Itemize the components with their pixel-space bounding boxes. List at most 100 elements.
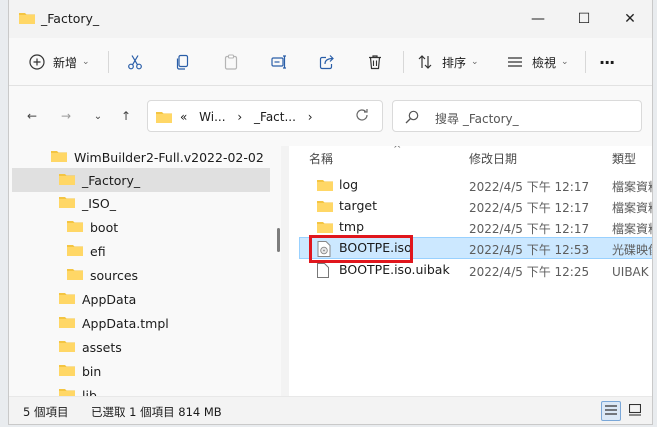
back-button[interactable]: ←	[21, 106, 43, 126]
folder-icon	[317, 178, 333, 194]
item-count: 5 個項目	[23, 405, 69, 419]
chevron-down-icon: ⌄	[561, 57, 569, 67]
tree-item-label: bin	[82, 363, 102, 379]
file-type: 檔案資料	[612, 201, 652, 215]
rename-button[interactable]	[271, 50, 287, 74]
address-bar[interactable]: « Wi... › _Fact... ›	[147, 100, 383, 132]
tree-item-label: efi	[90, 243, 106, 259]
minimize-button[interactable]: —	[515, 0, 561, 38]
tree-item[interactable]: _Factory_	[59, 169, 140, 191]
folder-icon	[59, 339, 75, 355]
explorer-window: _Factory_ — ☐ ✕ 新增 ⌄ 排序 ⌄ 檢視 ⌄ ··· ← → ⌄…	[8, 0, 653, 425]
tree-item[interactable]: assets	[59, 336, 122, 358]
divider	[108, 51, 109, 73]
navigation-row: ← → ⌄ ↑ « Wi... › _Fact... › 搜尋 _Factory…	[9, 86, 652, 146]
new-button[interactable]: 新增 ⌄	[29, 50, 90, 74]
folder-icon	[59, 387, 75, 396]
file-date: 2022/4/5 下午 12:25	[469, 265, 590, 279]
file-name: tmp	[339, 219, 365, 234]
details-view-button[interactable]	[601, 401, 621, 421]
tree-item[interactable]: sources	[67, 264, 138, 286]
command-bar: 新增 ⌄ 排序 ⌄ 檢視 ⌄ ···	[9, 38, 652, 86]
selection-info: 已選取 1 個項目 814 MB	[91, 405, 222, 419]
tree-item-label: _ISO_	[82, 195, 116, 211]
tree-item-label: sources	[90, 267, 139, 283]
paste-button[interactable]	[223, 50, 239, 74]
file-date: 2022/4/5 下午 12:17	[469, 180, 590, 194]
arrow-left-icon: ←	[26, 109, 38, 123]
scissors-icon	[127, 54, 143, 70]
column-header-type[interactable]: 類型	[612, 150, 636, 170]
column-header-label: 類型	[612, 152, 637, 166]
maximize-button[interactable]: ☐	[561, 0, 607, 38]
tree-item[interactable]: AppData.tmpl	[59, 312, 169, 334]
copy-button[interactable]	[175, 50, 191, 74]
folder-icon	[67, 219, 83, 235]
folder-icon	[19, 11, 35, 24]
breadcrumb-separator[interactable]: ›	[308, 110, 313, 124]
sort-button[interactable]: 排序 ⌄	[417, 50, 479, 74]
file-type: 檔案資料	[612, 222, 652, 236]
title-bar: _Factory_ — ☐ ✕	[9, 0, 652, 38]
window-title: _Factory_	[41, 11, 100, 26]
refresh-icon[interactable]	[355, 108, 369, 125]
search-input[interactable]: 搜尋 _Factory_	[392, 100, 642, 132]
folder-icon	[317, 199, 333, 215]
tree-item-label: assets	[82, 339, 122, 355]
recent-locations-button[interactable]: ⌄	[87, 106, 109, 126]
tree-item-label: AppData.tmpl	[82, 315, 169, 331]
tree-item[interactable]: boot	[67, 216, 118, 238]
nav-scrollbar[interactable]	[277, 228, 280, 252]
delete-button[interactable]	[367, 50, 383, 74]
tree-item[interactable]: efi	[67, 240, 106, 262]
column-header-name[interactable]: 名稱 ^	[309, 146, 401, 170]
folder-icon	[317, 220, 333, 236]
breadcrumb-item[interactable]: _Fact...	[254, 110, 296, 124]
tree-item[interactable]: bin	[59, 360, 101, 382]
file-row[interactable]: log 2022/4/5 下午 12:17 檔案資料	[299, 174, 652, 196]
tree-selection	[12, 168, 270, 192]
more-options-button[interactable]: ···	[599, 50, 615, 74]
tree-item-label: _Factory_	[82, 172, 141, 188]
details-view-icon	[605, 404, 617, 419]
column-header-date[interactable]: 修改日期	[469, 150, 517, 170]
folder-icon	[51, 149, 67, 165]
folder-icon	[59, 172, 75, 188]
folder-icon	[59, 315, 75, 331]
sort-up-icon: ^	[393, 146, 402, 155]
folder-icon	[59, 363, 75, 379]
folder-icon	[59, 291, 75, 307]
folder-icon	[67, 267, 83, 283]
view-label: 檢視	[532, 55, 557, 70]
share-button[interactable]	[319, 50, 335, 74]
tiles-view-button[interactable]	[625, 401, 645, 421]
close-button[interactable]: ✕	[607, 0, 652, 38]
file-date: 2022/4/5 下午 12:17	[469, 222, 590, 236]
breadcrumb-separator[interactable]: ›	[237, 110, 242, 124]
sort-arrows-icon	[417, 54, 433, 70]
copy-icon	[175, 54, 191, 70]
breadcrumb: « Wi... › _Fact... ›	[180, 110, 321, 124]
forward-button[interactable]: →	[55, 106, 77, 126]
file-name: target	[339, 198, 378, 213]
divider	[403, 51, 404, 73]
breadcrumb-item[interactable]: Wi...	[199, 110, 225, 124]
tree-item[interactable]: AppData	[59, 288, 136, 310]
up-button[interactable]: ↑	[115, 106, 137, 126]
file-date: 2022/4/5 下午 12:17	[469, 201, 590, 215]
tree-item[interactable]: WimBuilder2-Full.v2022-02-02	[51, 146, 264, 168]
share-icon	[319, 54, 335, 70]
status-bar: 5 個項目 已選取 1 個項目 814 MB	[9, 396, 652, 424]
tree-item[interactable]: _ISO_	[59, 192, 116, 214]
cut-button[interactable]	[127, 50, 143, 74]
tree-item[interactable]: lib	[59, 384, 97, 396]
file-list: 名稱 ^ 修改日期 類型 log 2022/4/5 下午 12:17 檔案資料 …	[289, 146, 652, 396]
clipboard-icon	[223, 54, 239, 70]
file-date: 2022/4/5 下午 12:53	[469, 243, 590, 257]
view-lines-icon	[507, 54, 523, 70]
chevron-down-icon: ⌄	[471, 57, 479, 67]
column-header-label: 修改日期	[469, 152, 518, 166]
file-row[interactable]: target 2022/4/5 下午 12:17 檔案資料	[299, 195, 652, 217]
view-button[interactable]: 檢視 ⌄	[507, 50, 569, 74]
breadcrumb-overflow[interactable]: «	[180, 110, 187, 124]
